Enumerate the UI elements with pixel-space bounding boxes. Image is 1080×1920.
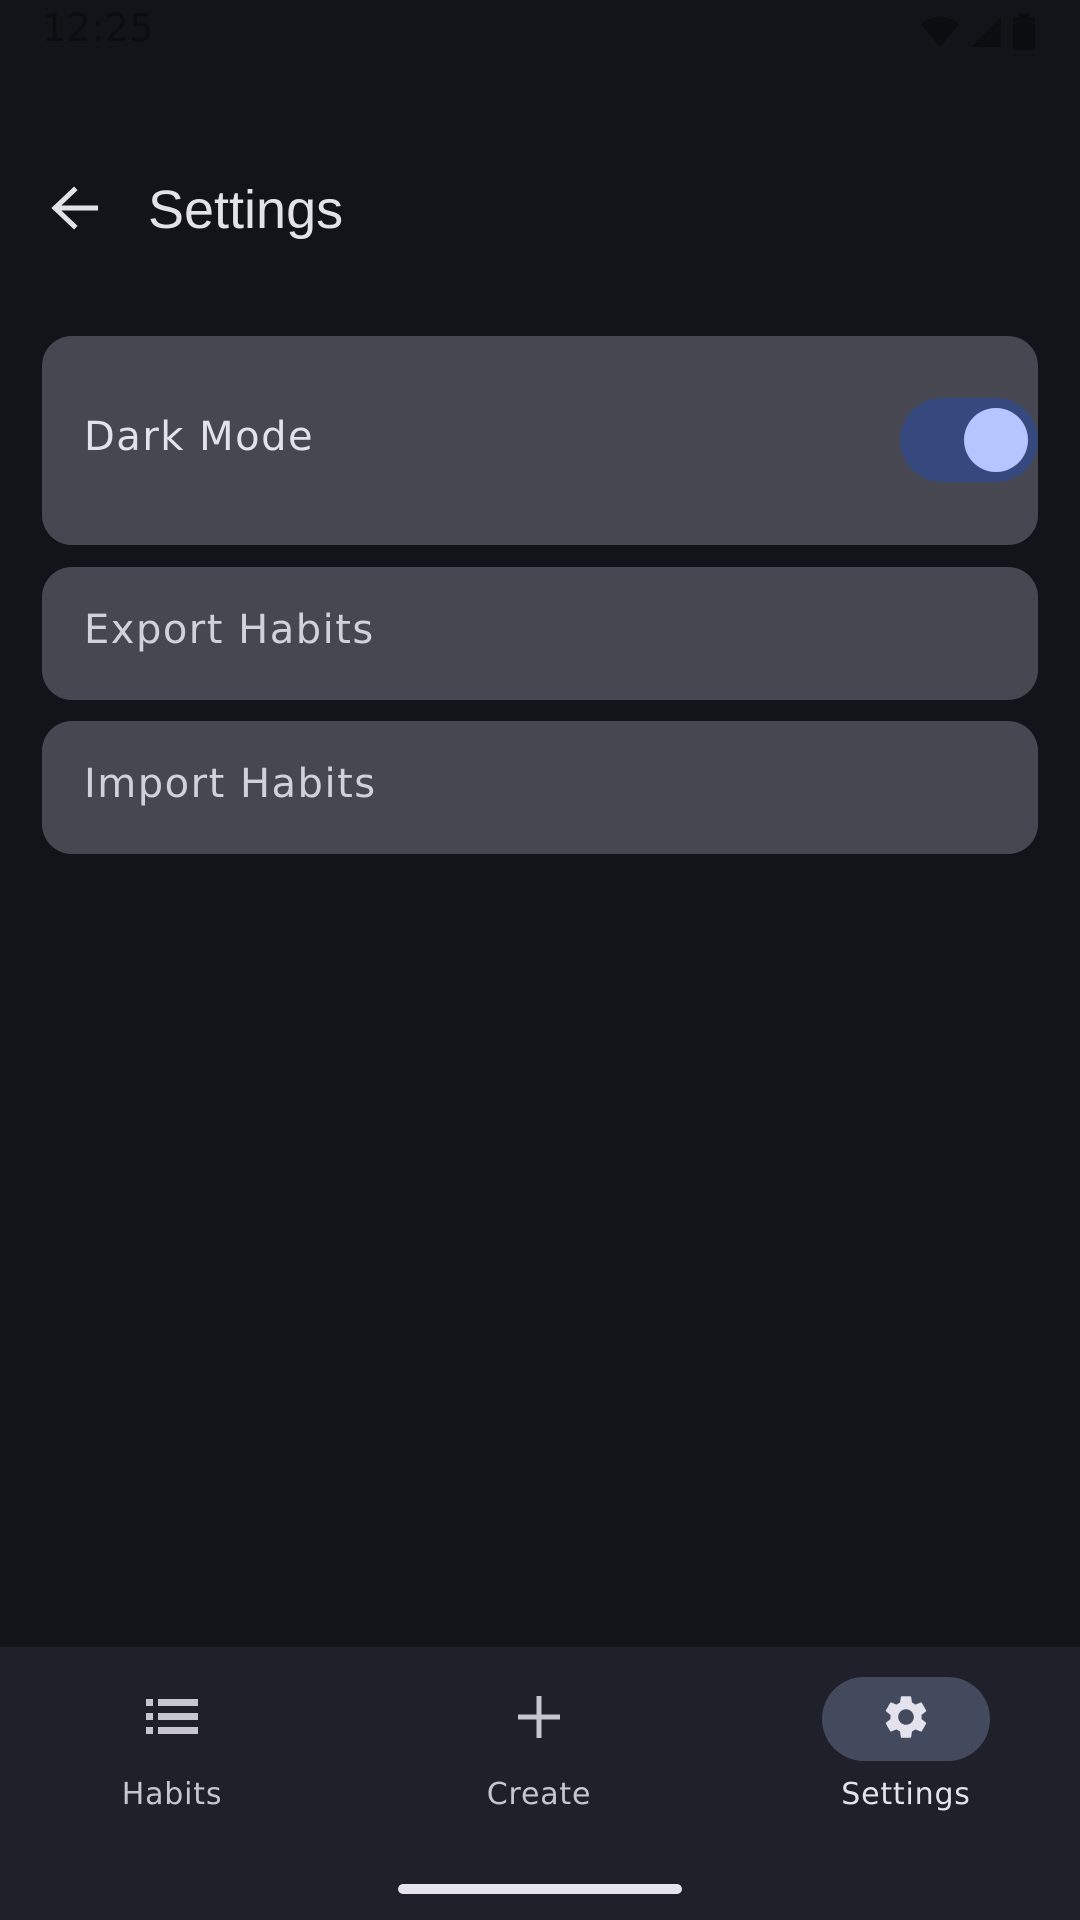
gesture-navigation-handle[interactable]	[398, 1884, 682, 1894]
export-habits-button[interactable]: Export Habits	[42, 567, 1038, 700]
nav-label-settings: Settings	[841, 1777, 971, 1812]
switch-thumb	[964, 408, 1028, 472]
page-title: Settings	[148, 180, 344, 240]
nav-item-habits[interactable]: Habits	[42, 1677, 302, 1827]
list-icon	[146, 1699, 198, 1739]
bottom-navigation: Habits Create Settings	[0, 1647, 1080, 1920]
arrow-back-icon	[50, 186, 99, 234]
nav-active-indicator	[822, 1677, 990, 1761]
nav-indicator	[88, 1677, 256, 1761]
nav-item-settings[interactable]: Settings	[776, 1677, 1036, 1827]
plus-icon	[518, 1696, 560, 1742]
settings-screen: 12:25 Settings Dark Mode Export Habits I…	[0, 0, 1080, 1920]
nav-item-create[interactable]: Create	[409, 1677, 669, 1827]
import-habits-label: Import Habits	[84, 761, 377, 807]
status-icons	[920, 14, 1036, 50]
nav-label-habits: Habits	[121, 1777, 223, 1812]
nav-indicator	[455, 1677, 623, 1761]
battery-icon	[1012, 14, 1036, 50]
wifi-icon	[920, 15, 960, 49]
dark-mode-setting[interactable]: Dark Mode	[42, 336, 1038, 545]
import-habits-button[interactable]: Import Habits	[42, 721, 1038, 854]
status-bar: 12:25	[0, 0, 1080, 64]
dark-mode-label: Dark Mode	[84, 414, 315, 460]
gear-icon	[880, 1691, 932, 1747]
back-button[interactable]	[34, 170, 114, 250]
cellular-signal-icon	[970, 15, 1002, 49]
top-app-bar: Settings	[0, 160, 1080, 260]
nav-label-create: Create	[486, 1777, 592, 1812]
dark-mode-switch[interactable]	[900, 398, 1038, 482]
status-time: 12:25	[42, 6, 155, 50]
export-habits-label: Export Habits	[84, 607, 375, 653]
